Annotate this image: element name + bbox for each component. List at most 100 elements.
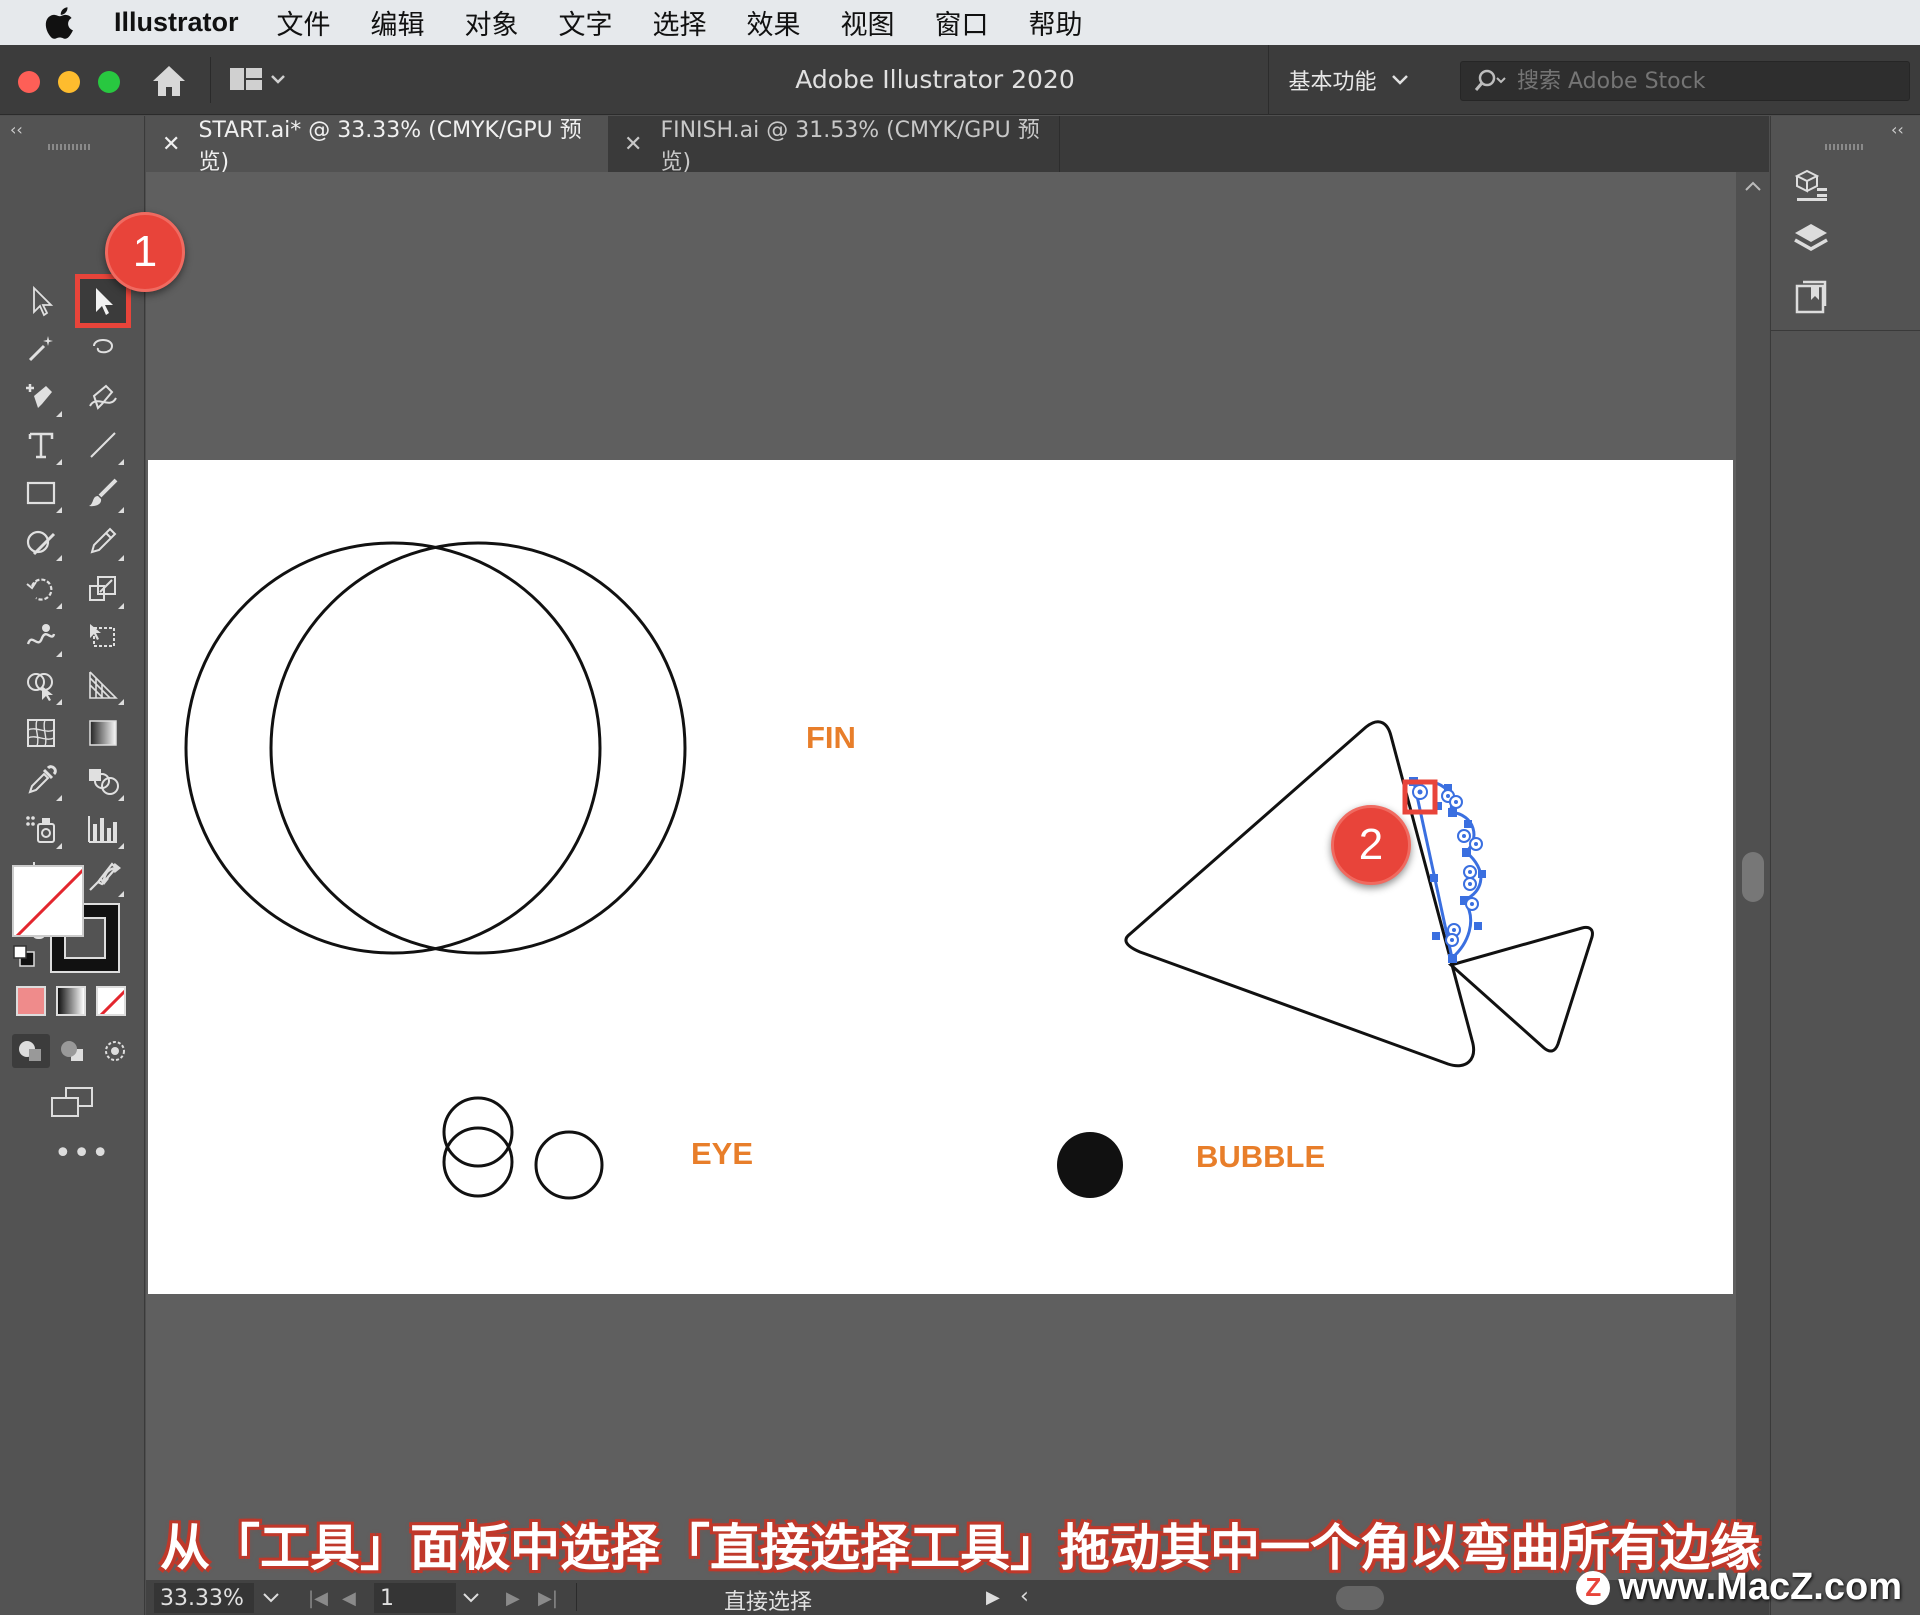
menu-select[interactable]: 选择 [653, 3, 707, 42]
swap-fill-stroke-icon[interactable] [98, 862, 126, 890]
eye-circle-top[interactable] [442, 1096, 514, 1168]
layers-panel-icon[interactable] [1791, 220, 1831, 260]
tab-label: START.ai* @ 33.33% (CMYK/GPU 预览) [198, 118, 582, 175]
artboard-number-field[interactable]: 1 [374, 1583, 456, 1613]
perspective-grid-icon [89, 671, 118, 699]
symbol-sprayer-tool[interactable] [18, 807, 64, 851]
mesh-tool[interactable] [18, 711, 64, 755]
apple-logo-icon[interactable] [40, 6, 84, 40]
eye-circle-bottom[interactable] [442, 1126, 514, 1198]
scroll-left-icon[interactable]: ‹ [1020, 1584, 1029, 1609]
adobe-stock-search[interactable] [1460, 61, 1910, 101]
menu-app-name[interactable]: Illustrator [114, 7, 239, 38]
pencil-tool[interactable] [80, 519, 126, 563]
label-bubble: BUBBLE [1196, 1139, 1326, 1174]
fill-swatch-none[interactable] [12, 865, 84, 937]
horizontal-scroll-thumb[interactable] [1336, 1586, 1384, 1610]
line-segment-tool[interactable] [80, 423, 126, 467]
column-graph-tool[interactable] [80, 807, 126, 851]
color-mode-button[interactable] [16, 986, 46, 1016]
artboard-dropdown-icon[interactable] [462, 1592, 480, 1604]
next-artboard-icon[interactable]: ▶ [506, 1588, 520, 1609]
close-tab-icon[interactable]: ✕ [624, 132, 642, 157]
tab-finish-ai[interactable]: ✕ FINISH.ai @ 31.53% (CMYK/GPU 预览) [608, 116, 1060, 175]
label-fin: FIN [806, 720, 856, 755]
stock-search-input[interactable] [1517, 68, 1897, 94]
draw-inside-button[interactable] [96, 1034, 134, 1068]
curvature-tool[interactable] [80, 375, 126, 419]
free-transform-icon [90, 624, 115, 647]
rotate-tool[interactable] [18, 567, 64, 611]
magic-wand-tool[interactable] [18, 327, 64, 371]
last-artboard-icon[interactable]: ▶| [538, 1588, 558, 1609]
status-menu-arrow-icon[interactable]: ▶ [986, 1587, 1000, 1608]
menu-type[interactable]: 文字 [559, 3, 613, 42]
fish-body-triangle[interactable] [1124, 720, 1475, 1068]
menu-view[interactable]: 视图 [841, 3, 895, 42]
shape-builder-tool[interactable] [18, 663, 64, 707]
edit-toolbar-more-icon[interactable]: ••• [54, 1136, 110, 1171]
label-eye: EYE [691, 1136, 754, 1171]
pen-add-icon [26, 384, 52, 408]
zoom-dropdown-icon[interactable] [262, 1592, 280, 1604]
line-segment-icon [90, 432, 116, 458]
symbol-sprayer-icon [26, 816, 55, 843]
type-tool[interactable] [18, 423, 64, 467]
gradient-tool[interactable] [80, 711, 126, 755]
menu-window[interactable]: 窗口 [935, 3, 989, 42]
vertical-scroll-thumb[interactable] [1742, 852, 1764, 902]
menu-file[interactable]: 文件 [277, 3, 331, 42]
expand-panels-icon[interactable]: ‹‹ [1891, 120, 1904, 139]
lasso-tool[interactable] [80, 327, 126, 371]
shape-builder-icon [27, 673, 53, 701]
perspective-grid-tool[interactable] [80, 663, 126, 707]
collapse-panel-icon[interactable]: ‹‹ [10, 120, 23, 139]
eye-circle-right[interactable] [534, 1130, 604, 1200]
pen-tool[interactable] [18, 375, 64, 419]
current-tool-label: 直接选择 [724, 1590, 813, 1615]
libraries-panel-icon[interactable] [1791, 278, 1831, 318]
draw-normal-button[interactable] [12, 1034, 50, 1068]
warp-tool[interactable] [18, 615, 64, 659]
blend-tool[interactable] [80, 759, 126, 803]
vertical-scrollbar[interactable] [1736, 172, 1769, 1580]
none-mode-button[interactable] [96, 986, 126, 1016]
selection-tool[interactable] [18, 279, 64, 323]
shaper-tool[interactable] [18, 519, 64, 563]
scroll-up-icon[interactable] [1744, 180, 1762, 192]
menu-help[interactable]: 帮助 [1029, 3, 1083, 42]
workspace-switcher[interactable]: 基本功能 [1268, 45, 1428, 115]
fish-tail-triangle[interactable] [1447, 925, 1594, 1053]
draw-behind-button[interactable] [54, 1034, 92, 1068]
change-screen-mode-icon[interactable] [48, 1084, 96, 1120]
eyedropper-tool[interactable] [18, 759, 64, 803]
warp-icon [26, 624, 56, 645]
right-panel-grip[interactable] [1825, 144, 1865, 150]
panel-grip[interactable] [48, 144, 90, 150]
direct-selection-tool[interactable] [75, 274, 131, 328]
paintbrush-tool[interactable] [80, 471, 126, 515]
menu-object[interactable]: 对象 [465, 3, 519, 42]
artboard-number: 1 [380, 1585, 394, 1611]
first-artboard-icon[interactable]: |◀ [308, 1588, 328, 1609]
menu-edit[interactable]: 编辑 [371, 3, 425, 42]
previous-artboard-icon[interactable]: ◀ [342, 1588, 356, 1609]
tab-start-ai[interactable]: ✕ START.ai* @ 33.33% (CMYK/GPU 预览) [146, 116, 608, 175]
selected-scallop-path[interactable] [1409, 777, 1486, 963]
properties-panel-icon[interactable] [1791, 166, 1831, 206]
macos-menubar: Illustrator 文件 编辑 对象 文字 选择 效果 视图 窗口 帮助 [0, 0, 1920, 45]
zoom-level-field[interactable]: 33.33% [154, 1583, 254, 1613]
free-transform-tool[interactable] [80, 615, 126, 659]
gradient-mode-button[interactable] [56, 986, 86, 1016]
bubble-circle[interactable] [1057, 1132, 1123, 1198]
direct-selection-arrow-icon [96, 288, 113, 315]
scale-tool[interactable] [80, 567, 126, 611]
default-fill-stroke-icon[interactable] [12, 944, 38, 970]
artboard[interactable]: FIN EYE BUBBLE [148, 460, 1733, 1294]
fin-circle-left[interactable] [184, 541, 602, 955]
eyedropper-icon [28, 765, 57, 794]
menu-effect[interactable]: 效果 [747, 3, 801, 42]
close-tab-icon[interactable]: ✕ [162, 132, 180, 157]
fin-circle-right[interactable] [269, 541, 687, 955]
rectangle-tool[interactable] [18, 471, 64, 515]
